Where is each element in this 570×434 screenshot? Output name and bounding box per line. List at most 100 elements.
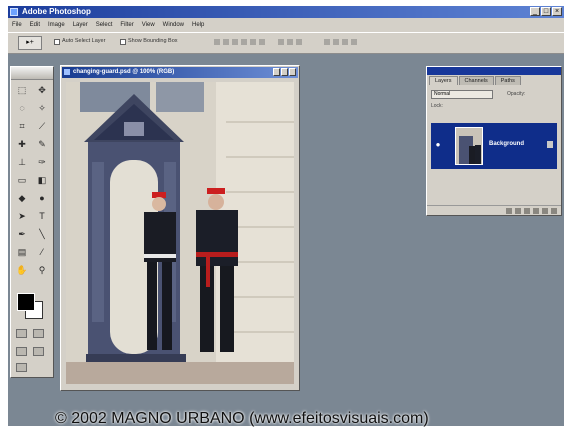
align-top-icon[interactable]	[214, 39, 220, 45]
hand-tool-icon[interactable]: ✋	[14, 263, 30, 277]
distribute-right-icon[interactable]	[342, 39, 348, 45]
pen-tool-icon[interactable]: ✒	[14, 227, 30, 241]
document-close-button[interactable]	[289, 68, 296, 76]
standard-mode-icon[interactable]	[16, 329, 27, 338]
bounding-box-label: Show Bounding Box	[128, 38, 178, 44]
bounding-box-checkbox[interactable]	[120, 39, 126, 45]
layer-style-icon[interactable]	[506, 207, 512, 214]
visibility-eye-icon[interactable]: ●	[433, 140, 443, 150]
menu-filter[interactable]: Filter	[116, 22, 137, 28]
layer-lock-icon	[547, 141, 553, 148]
menu-view[interactable]: View	[138, 22, 159, 28]
distribute-middle-icon[interactable]	[287, 39, 293, 45]
jump-row	[16, 363, 27, 372]
menu-file[interactable]: File	[8, 22, 26, 28]
align-center-icon[interactable]	[250, 39, 256, 45]
menu-select[interactable]: Select	[92, 22, 117, 28]
toolbox-header[interactable]	[11, 67, 53, 80]
app-title-bar: Adobe Photoshop _ □ ×	[8, 6, 564, 18]
gradient-tool-icon[interactable]: ◧	[34, 173, 50, 187]
maximize-button[interactable]: □	[541, 7, 551, 16]
blur-tool-icon[interactable]: ◆	[14, 191, 30, 205]
app-title: Adobe Photoshop	[22, 7, 91, 16]
jump-to-imageready-icon[interactable]	[16, 363, 27, 372]
layer-mask-icon[interactable]	[515, 207, 521, 214]
menu-layer[interactable]: Layer	[69, 22, 92, 28]
layers-palette-footer	[427, 205, 561, 215]
document-icon	[64, 69, 70, 75]
menu-window[interactable]: Window	[159, 22, 188, 28]
crop-tool-icon[interactable]: ⌗	[14, 119, 30, 133]
distribute-extra-icon[interactable]	[351, 39, 357, 45]
menu-edit[interactable]: Edit	[26, 22, 44, 28]
distribute-top-icon[interactable]	[278, 39, 284, 45]
minimize-button[interactable]: _	[530, 7, 540, 16]
auto-select-label: Auto Select Layer	[62, 38, 106, 44]
clone-stamp-tool-icon[interactable]: ⊥	[14, 155, 30, 169]
document-window: changing-guard.psd @ 100% (RGB)	[60, 65, 300, 391]
slice-tool-icon[interactable]: ⟋	[34, 119, 50, 133]
align-right-icon[interactable]	[259, 39, 265, 45]
layer-row-background[interactable]: ● Background	[431, 123, 557, 169]
document-title-bar[interactable]: changing-guard.psd @ 100% (RGB)	[62, 67, 298, 78]
type-tool-icon[interactable]: T	[34, 209, 50, 223]
healing-brush-tool-icon[interactable]: ✚	[14, 137, 30, 151]
shape-tool-icon[interactable]: ╲	[34, 227, 50, 241]
distribute-horizontal-buttons	[324, 39, 357, 45]
full-screen-mode-icon[interactable]	[33, 347, 44, 356]
guards-photo	[66, 82, 294, 384]
menu-image[interactable]: Image	[44, 22, 69, 28]
tab-channels[interactable]: Channels	[458, 76, 494, 85]
distribute-bottom-icon[interactable]	[296, 39, 302, 45]
zoom-tool-icon[interactable]: ⚲	[34, 263, 50, 277]
align-middle-icon[interactable]	[223, 39, 229, 45]
tool-preset-picker[interactable]: ▸+	[18, 36, 42, 50]
photoshop-icon	[10, 8, 18, 16]
eyedropper-tool-icon[interactable]: ⁄	[34, 245, 50, 259]
history-brush-tool-icon[interactable]: ✑	[34, 155, 50, 169]
distribute-center-icon[interactable]	[333, 39, 339, 45]
screen-mode-row	[16, 347, 44, 356]
dodge-tool-icon[interactable]: ●	[34, 191, 50, 205]
image-canvas[interactable]	[66, 82, 294, 384]
opacity-label: Opacity:	[507, 91, 526, 97]
quick-mask-mode-icon[interactable]	[33, 329, 44, 338]
lasso-tool-icon[interactable]: ◌	[14, 101, 30, 115]
window-controls: _ □ ×	[530, 7, 562, 16]
menu-help[interactable]: Help	[188, 22, 208, 28]
marquee-tool-icon[interactable]: ⬚	[14, 83, 30, 97]
photoshop-window: Adobe Photoshop _ □ × File Edit Image La…	[8, 6, 564, 426]
align-left-icon[interactable]	[241, 39, 247, 45]
new-layer-icon[interactable]	[542, 207, 548, 214]
auto-select-checkbox[interactable]	[54, 39, 60, 45]
layers-palette-tabs: Layers Channels Paths	[429, 76, 521, 85]
document-minimize-button[interactable]	[273, 68, 280, 76]
trash-icon[interactable]	[551, 207, 557, 214]
distribute-left-icon[interactable]	[324, 39, 330, 45]
standard-screen-mode-icon[interactable]	[16, 347, 27, 356]
layers-palette-header[interactable]	[427, 67, 561, 75]
close-button[interactable]: ×	[552, 7, 562, 16]
new-set-icon[interactable]	[524, 207, 530, 214]
copyright-watermark: © 2002 MAGNO URBANO (www.efeitosvisuais.…	[55, 410, 429, 427]
notes-tool-icon[interactable]: ▤	[14, 245, 30, 259]
options-bar: ▸+ Auto Select Layer Show Bounding Box	[8, 32, 564, 54]
brush-tool-icon[interactable]: ✎	[34, 137, 50, 151]
align-buttons	[214, 39, 265, 45]
mask-mode-row	[16, 329, 44, 338]
thumbnail-image	[456, 128, 482, 164]
tool-grid: ⬚ ✥ ◌ ✧ ⌗ ⟋ ✚ ✎ ⊥ ✑ ▭ ◧ ◆ ● ➤ T ✒ ╲ ▤ ⁄ …	[14, 83, 50, 277]
blend-mode-select[interactable]: Normal	[431, 90, 493, 99]
align-bottom-icon[interactable]	[232, 39, 238, 45]
tab-layers[interactable]: Layers	[429, 76, 458, 85]
path-selection-tool-icon[interactable]: ➤	[14, 209, 30, 223]
layers-palette: Layers Channels Paths Normal Opacity: Lo…	[426, 66, 562, 216]
document-maximize-button[interactable]	[281, 68, 288, 76]
foreground-color-swatch[interactable]	[17, 293, 35, 311]
adjustment-layer-icon[interactable]	[533, 207, 539, 214]
tab-paths[interactable]: Paths	[494, 76, 521, 85]
magic-wand-tool-icon[interactable]: ✧	[34, 101, 50, 115]
document-window-controls	[273, 68, 296, 76]
eraser-tool-icon[interactable]: ▭	[14, 173, 30, 187]
move-tool-icon[interactable]: ✥	[34, 83, 50, 97]
